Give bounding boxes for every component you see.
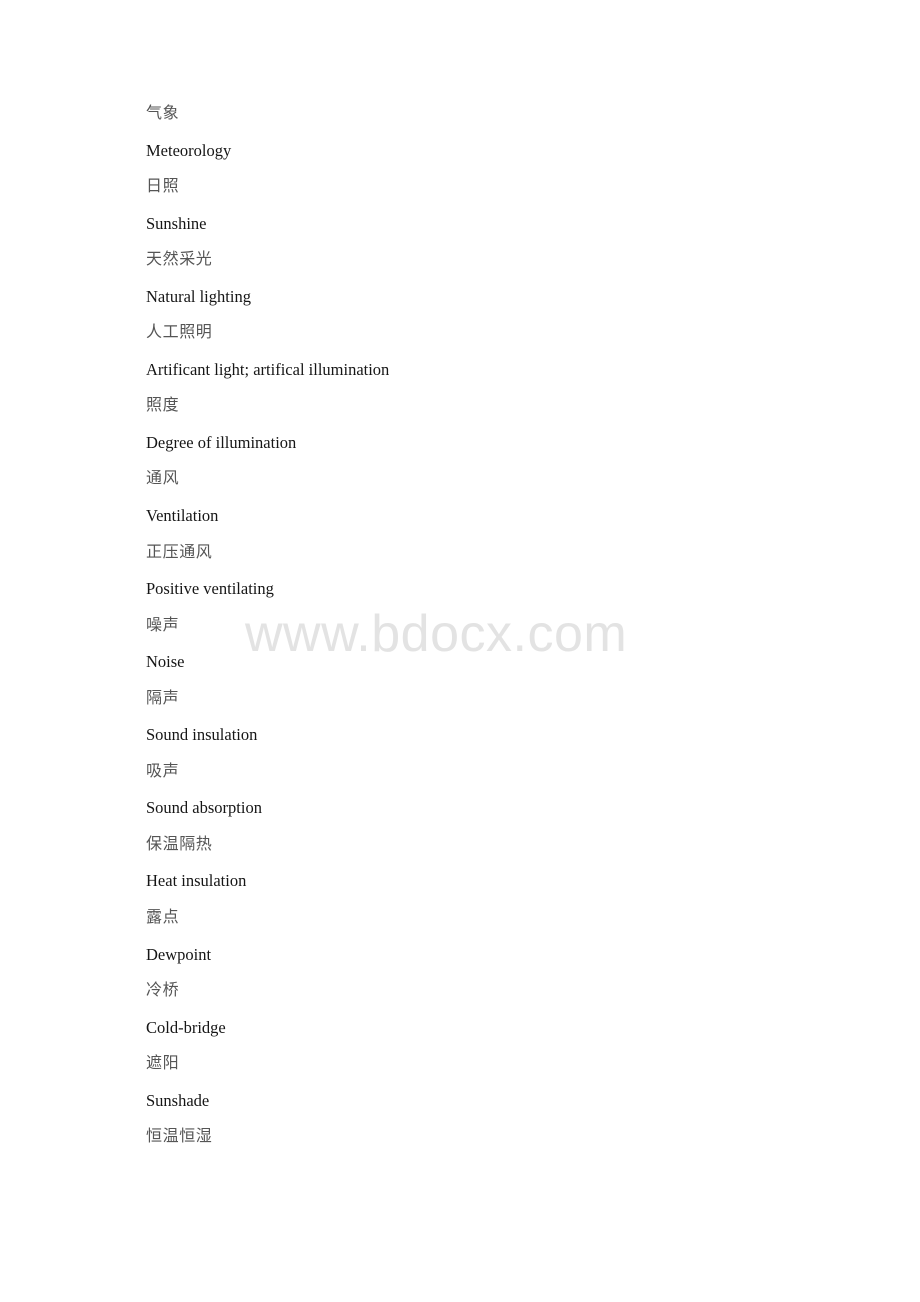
glossary-term-english: Noise bbox=[146, 652, 185, 672]
glossary-term-chinese: 隔声 bbox=[146, 689, 180, 707]
glossary-term-chinese: 照度 bbox=[146, 397, 180, 415]
glossary-term-english: Sunshade bbox=[146, 1090, 210, 1110]
glossary-term-english: Sunshine bbox=[146, 213, 207, 233]
glossary-term-chinese: 保温隔热 bbox=[146, 835, 213, 853]
glossary-term-chinese: 露点 bbox=[146, 909, 180, 927]
glossary-term-english: Cold-bridge bbox=[146, 1017, 226, 1037]
glossary-term-chinese: 正压通风 bbox=[146, 543, 213, 561]
glossary-term-english: Natural lighting bbox=[146, 286, 251, 306]
glossary-term-chinese: 天然采光 bbox=[146, 251, 213, 269]
glossary-term-chinese: 恒温恒湿 bbox=[146, 1128, 213, 1146]
glossary-term-english: Ventilation bbox=[146, 506, 219, 526]
glossary-term-chinese: 遮阳 bbox=[146, 1055, 180, 1073]
glossary-term-english: Sound absorption bbox=[146, 798, 262, 818]
glossary-term-english: Positive ventilating bbox=[146, 579, 274, 599]
glossary-term-chinese: 气象 bbox=[146, 105, 180, 122]
glossary-term-english: Artificant light; artifical illumination bbox=[146, 359, 390, 379]
glossary-term-chinese: 人工照明 bbox=[146, 324, 213, 342]
glossary-term-english: Sound insulation bbox=[146, 725, 258, 745]
glossary-term-chinese: 日照 bbox=[146, 178, 180, 196]
glossary-term-chinese: 噪声 bbox=[146, 616, 180, 634]
glossary-term-english: Degree of illumination bbox=[146, 432, 297, 452]
glossary-term-chinese: 冷桥 bbox=[146, 982, 180, 1000]
glossary-term-english: Meteorology bbox=[146, 140, 232, 160]
glossary-term-english: Heat insulation bbox=[146, 871, 247, 891]
glossary-term-chinese: 通风 bbox=[146, 470, 180, 488]
glossary-term-chinese: 吸声 bbox=[146, 762, 180, 780]
document-page: www.bdocx.com 气象 Meteorology 日照 Sunshine 天然采… bbox=[0, 0, 920, 1302]
glossary-list: 气象 Meteorology 日照 Sunshine 天然采光 Natural light… bbox=[146, 96, 389, 1156]
glossary-term-english: Dewpoint bbox=[146, 944, 212, 964]
